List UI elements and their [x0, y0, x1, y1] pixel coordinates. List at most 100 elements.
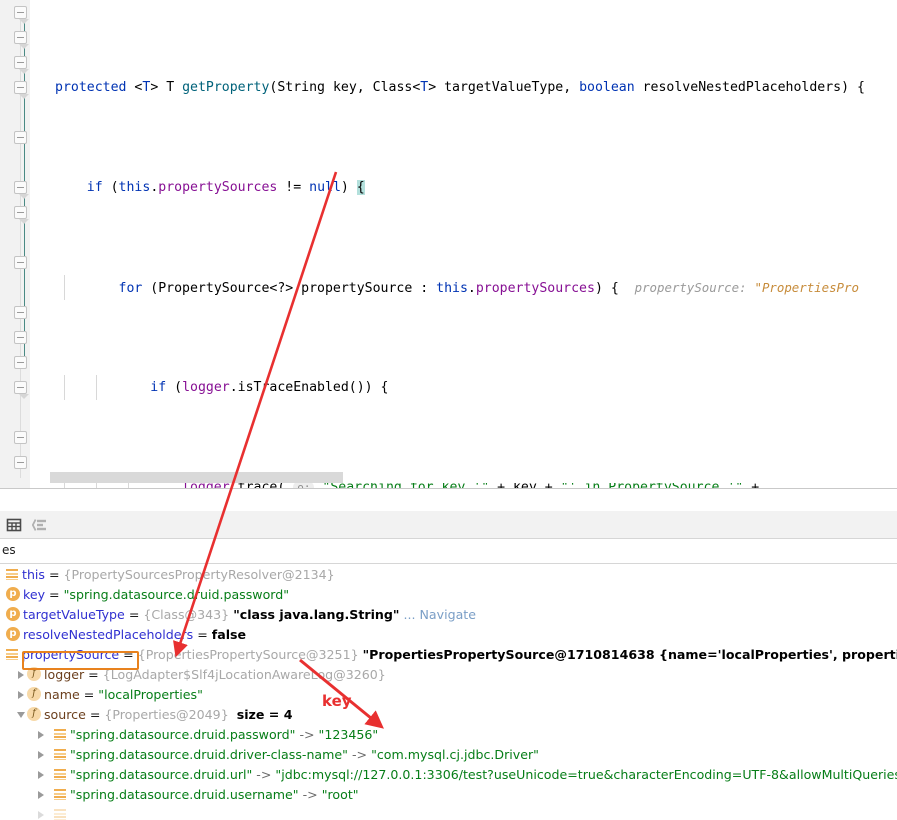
variable-row-name[interactable]: name = "localProperties"	[0, 685, 897, 705]
entry-value: "root"	[321, 787, 359, 802]
inlay-hint-value: "PropertiesPro	[754, 280, 859, 295]
variable-name: name	[44, 687, 80, 702]
fold-marker[interactable]	[14, 356, 27, 369]
expand-arrow-icon[interactable]	[36, 769, 47, 780]
editor-hscrollbar-thumb[interactable]	[50, 472, 343, 483]
table-view-icon[interactable]	[6, 517, 22, 533]
tab-variables[interactable]: es	[2, 543, 16, 557]
object-icon	[6, 568, 19, 581]
debugger-toolbar[interactable]	[0, 511, 897, 539]
sort-values-icon[interactable]	[31, 517, 48, 533]
code-line[interactable]: if (logger.isTraceEnabled()) {	[30, 375, 897, 400]
debugger-panel[interactable]: es this = {PropertySourcesPropertyResolv…	[0, 489, 897, 820]
code-line[interactable]: for (PropertySource<?> propertySource : …	[30, 275, 897, 300]
variable-row-propertysource[interactable]: propertySource = {PropertiesPropertySour…	[0, 645, 897, 665]
expand-arrow-icon[interactable]	[16, 689, 27, 700]
fold-marker[interactable]	[14, 431, 27, 444]
object-icon	[54, 748, 67, 761]
expand-arrow-icon[interactable]	[36, 749, 47, 760]
code-editor[interactable]: protected <T> T getProperty(String key, …	[0, 0, 897, 489]
expand-arrow-icon[interactable]	[16, 669, 27, 680]
equals-sign: =	[124, 607, 144, 622]
entry-key: "spring.datasource.druid.driver-class-na…	[70, 747, 348, 762]
variable-type: {PropertySourcesPropertyResolver@2134}	[63, 567, 335, 582]
equals-sign: =	[79, 687, 99, 702]
variable-name: propertySource	[22, 647, 120, 662]
fold-marker[interactable]	[14, 181, 29, 199]
map-entry-row[interactable]: "spring.datasource.druid.driver-class-na…	[0, 745, 897, 765]
fold-marker[interactable]	[14, 256, 27, 269]
variable-row-this[interactable]: this = {PropertySourcesPropertyResolver@…	[0, 565, 897, 585]
expand-arrow-icon[interactable]	[36, 809, 47, 820]
entry-key: "spring.datasource.druid.url"	[70, 767, 253, 782]
equals-sign: =	[119, 647, 138, 662]
expand-arrow-icon[interactable]	[36, 729, 47, 740]
entry-arrow: ->	[252, 767, 276, 782]
annotation-label-key: key	[322, 692, 352, 710]
entry-value: "jdbc:mysql://127.0.0.1:3306/test?useUni…	[275, 767, 897, 782]
variable-value: "PropertiesPropertySource@1710814638 {na…	[362, 647, 897, 662]
debugger-top-gap	[0, 489, 897, 511]
debugger-tab-row[interactable]: es	[0, 539, 897, 564]
collection-size: size = 4	[236, 707, 293, 722]
entry-arrow: ->	[298, 787, 322, 802]
equals-sign: =	[85, 707, 105, 722]
fold-marker[interactable]	[14, 331, 27, 344]
variable-row-source[interactable]: source = {Properties@2049} size = 4	[0, 705, 897, 725]
entry-value: "com.mysql.cj.jdbc.Driver"	[371, 747, 539, 762]
variable-value: "spring.datasource.druid.password"	[63, 587, 290, 602]
map-entry-row-partial[interactable]	[0, 805, 897, 820]
navigate-link[interactable]: ... Navigate	[403, 607, 476, 622]
object-icon	[54, 808, 67, 820]
variable-name: resolveNestedPlaceholders	[23, 627, 194, 642]
variable-name: targetValueType	[23, 607, 125, 622]
map-entry-row[interactable]: "spring.datasource.druid.password" -> "1…	[0, 725, 897, 745]
variable-type: {PropertiesPropertySource@3251}	[137, 647, 359, 662]
variable-row-targetvaluetype[interactable]: targetValueType = {Class@343} "class jav…	[0, 605, 897, 625]
variable-value: false	[211, 627, 247, 642]
fold-marker[interactable]	[14, 381, 29, 399]
variable-row-logger[interactable]: logger = {LogAdapter$Slf4jLocationAwareL…	[0, 665, 897, 685]
entry-arrow: ->	[295, 727, 319, 742]
fold-marker[interactable]	[14, 56, 29, 74]
variable-row-key[interactable]: key = "spring.datasource.druid.password"	[0, 585, 897, 605]
inlay-hint-param: propertySource:	[634, 280, 747, 295]
fold-guide-line	[20, 8, 21, 478]
entry-arrow: ->	[347, 747, 372, 762]
fold-marker[interactable]	[14, 206, 29, 224]
expand-arrow-icon[interactable]	[36, 789, 47, 800]
field-icon	[27, 667, 41, 682]
variable-name: key	[23, 587, 46, 602]
field-icon	[27, 687, 41, 702]
entry-key: "spring.datasource.druid.password"	[70, 727, 296, 742]
variable-name: source	[44, 707, 86, 722]
equals-sign: =	[44, 567, 64, 582]
collapse-arrow-icon[interactable]	[16, 709, 27, 720]
variable-type: {Class@343}	[143, 607, 230, 622]
variable-name: this	[22, 567, 45, 582]
variable-value: "localProperties"	[98, 687, 203, 702]
fold-marker[interactable]	[14, 81, 29, 99]
fold-marker[interactable]	[14, 31, 29, 49]
object-icon	[54, 768, 67, 781]
editor-gutter[interactable]	[0, 0, 30, 489]
equals-sign: =	[45, 587, 64, 602]
object-icon	[54, 788, 67, 801]
source-code[interactable]: protected <T> T getProperty(String key, …	[30, 0, 897, 489]
fold-marker[interactable]	[14, 6, 29, 24]
code-line[interactable]: protected <T> T getProperty(String key, …	[30, 75, 897, 100]
fold-marker[interactable]	[14, 456, 27, 469]
object-icon	[54, 728, 67, 741]
fold-marker[interactable]	[14, 131, 27, 144]
object-icon	[6, 648, 19, 661]
map-entry-row[interactable]: "spring.datasource.druid.username" -> "r…	[0, 785, 897, 805]
entry-value: "123456"	[318, 727, 379, 742]
fold-marker[interactable]	[14, 306, 27, 319]
variables-tree[interactable]: this = {PropertySourcesPropertyResolver@…	[0, 565, 897, 820]
equals-sign: =	[193, 627, 212, 642]
variable-name: logger	[44, 667, 85, 682]
variable-row-resolvenestedplaceholders[interactable]: resolveNestedPlaceholders = false	[0, 625, 897, 645]
parameter-icon	[6, 627, 20, 642]
code-line[interactable]: if (this.propertySources != null) {	[30, 175, 897, 200]
map-entry-row[interactable]: "spring.datasource.druid.url" -> "jdbc:m…	[0, 765, 897, 785]
